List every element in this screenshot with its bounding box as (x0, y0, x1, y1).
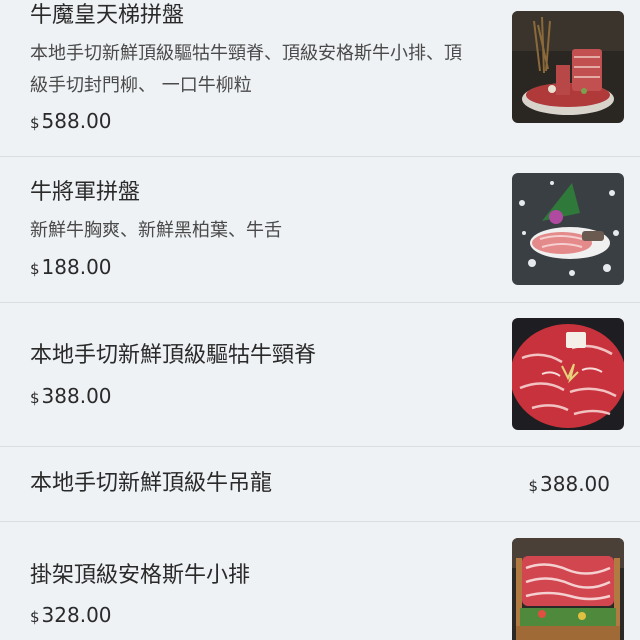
price-value: 328.00 (41, 603, 112, 627)
item-name: 本地手切新鮮頂級牛吊龍 (30, 471, 273, 496)
menu-item[interactable]: 掛架頂級安格斯牛小排 $328.00 (0, 522, 640, 640)
currency-symbol: $ (528, 477, 539, 495)
price-value: 388.00 (540, 472, 610, 496)
currency-symbol: $ (30, 608, 40, 626)
item-name: 牛魔皇天梯拼盤 (30, 3, 185, 28)
price-value: 588.00 (41, 109, 112, 133)
item-price: $388.00 (30, 383, 112, 411)
currency-symbol: $ (30, 114, 40, 132)
menu-item[interactable]: 本地手切新鮮頂級驅牯牛頸脊 $388.00 (0, 303, 640, 447)
item-description: 本地手切新鮮頂級驅牯牛頸脊、頂級安格斯牛小排、頂級手切封門柳、 一口牛柳粒 (30, 43, 462, 96)
currency-symbol: $ (30, 260, 40, 278)
item-price: $188.00 (30, 254, 112, 282)
item-description: 新鮮牛胸爽、新鮮黑柏葉、牛舌 (30, 220, 282, 241)
currency-symbol: $ (30, 389, 40, 407)
price-value: 188.00 (41, 255, 112, 279)
item-price: $328.00 (30, 602, 112, 630)
menu-item[interactable]: 牛魔皇天梯拼盤 本地手切新鮮頂級驅牯牛頸脊、頂級安格斯牛小排、頂級手切封門柳、 … (0, 0, 640, 157)
menu-list: 牛魔皇天梯拼盤 本地手切新鮮頂級驅牯牛頸脊、頂級安格斯牛小排、頂級手切封門柳、 … (0, 0, 640, 640)
item-price: $388.00 (528, 471, 610, 499)
hanging-beef-rack-photo[interactable] (512, 538, 624, 640)
item-name: 牛將軍拼盤 (30, 180, 141, 205)
item-name: 掛架頂級安格斯牛小排 (30, 563, 251, 588)
menu-item[interactable]: 本地手切新鮮頂級牛吊龍 $388.00 (0, 447, 640, 522)
beef-slices-on-ice-photo[interactable] (512, 173, 624, 285)
item-name: 本地手切新鮮頂級驅牯牛頸脊 (30, 343, 317, 368)
menu-item[interactable]: 牛將軍拼盤 新鮮牛胸爽、新鮮黑柏葉、牛舌 $188.00 (0, 157, 640, 303)
price-value: 388.00 (41, 384, 112, 408)
marbled-beef-plate-photo[interactable] (512, 318, 624, 430)
item-price: $588.00 (30, 108, 112, 136)
beef-tower-platter-photo[interactable] (512, 11, 624, 123)
